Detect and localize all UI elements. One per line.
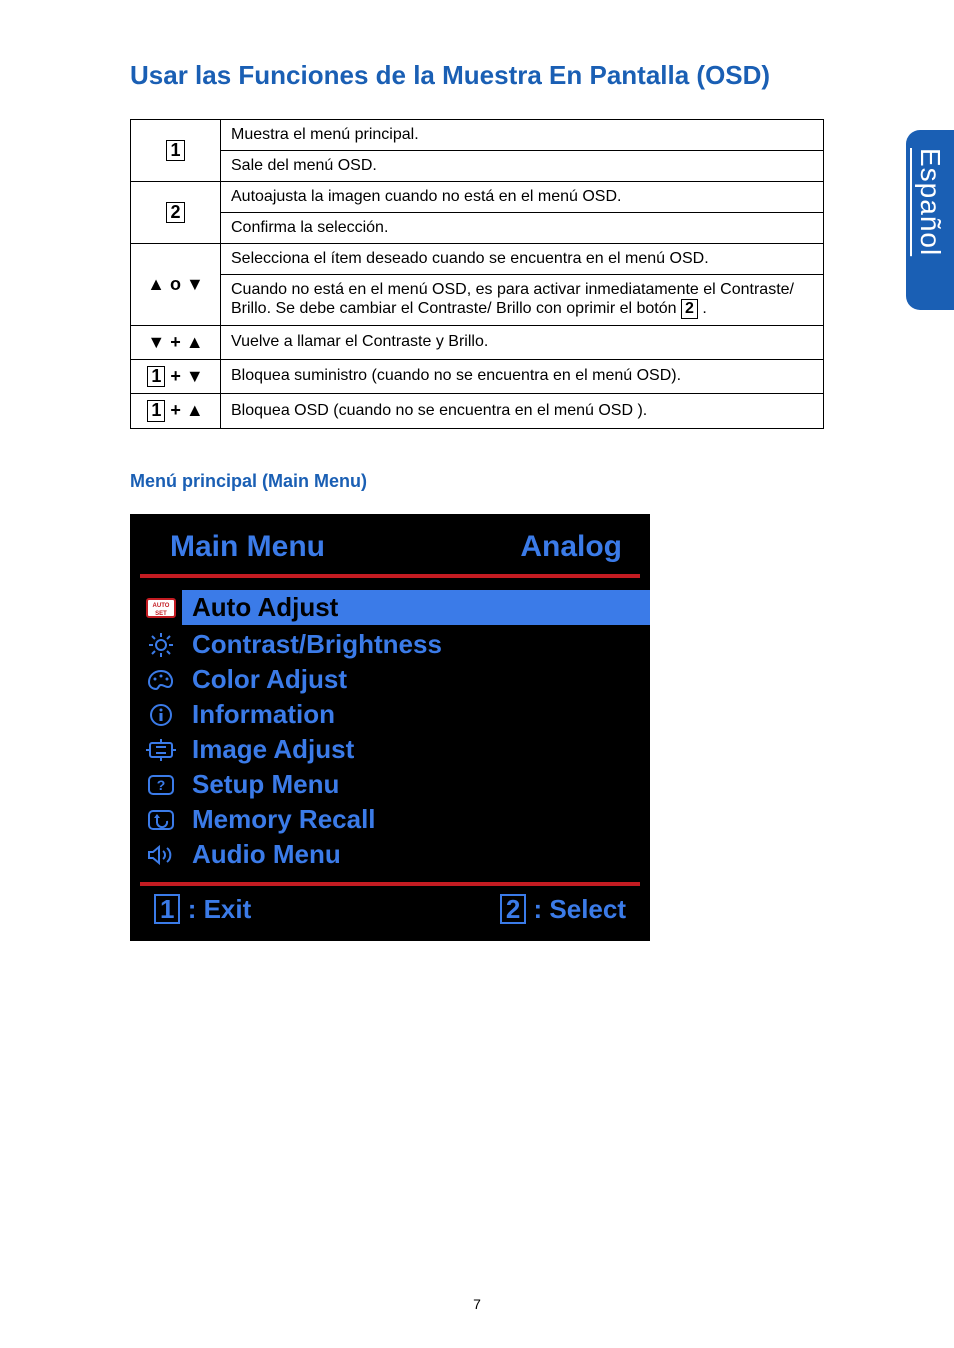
functions-table: 1 Muestra el menú principal. Sale del me… (130, 119, 824, 429)
desc-6: Bloquea OSD (cuando no se encuentra en e… (221, 394, 824, 429)
svg-text:SET: SET (155, 611, 167, 617)
osd-panel: Main Menu Analog AUTO SET Auto Adjust Con… (130, 514, 650, 941)
desc-2a: Autoajusta la imagen cuando no está en e… (221, 182, 824, 213)
auto-set-icon: AUTO SET (144, 595, 178, 621)
desc-4: Vuelve a llamar el Contraste y Brillo. (221, 325, 824, 359)
key-cell-updown: ▲ o ▼ (131, 244, 221, 326)
language-side-tab: Español (906, 130, 954, 310)
osd-list: AUTOSET Auto Adjust Contrast/Brightness … (130, 578, 650, 882)
osd-item-label: Audio Menu (192, 839, 341, 870)
speaker-icon (144, 842, 178, 868)
osd-item-label: Image Adjust (192, 734, 354, 765)
osd-item-memory-recall[interactable]: Memory Recall (130, 802, 650, 837)
desc-3a: Selecciona el ítem deseado cuando se enc… (221, 244, 824, 275)
osd-item-label: Memory Recall (192, 804, 376, 835)
svg-text:?: ? (157, 777, 166, 793)
key-2-box: 2 (166, 202, 184, 224)
key-cell-1: 1 (131, 120, 221, 182)
osd-item-label: Contrast/Brightness (192, 629, 442, 660)
brightness-icon (144, 632, 178, 658)
question-icon: ? (144, 772, 178, 798)
key-cell-both: ▼ + ▲ (131, 325, 221, 359)
osd-item-label: Information (192, 699, 335, 730)
recall-icon (144, 807, 178, 833)
side-tab-label: Español (914, 148, 946, 256)
osd-item-color-adjust[interactable]: Color Adjust (130, 662, 650, 697)
page-title: Usar las Funciones de la Muestra En Pant… (130, 60, 824, 91)
subheading: Menú principal (Main Menu) (130, 471, 824, 492)
key-2-inline: 2 (681, 299, 698, 319)
osd-item-setup-menu[interactable]: ? Setup Menu (130, 767, 650, 802)
palette-icon (144, 667, 178, 693)
osd-item-auto-adjust[interactable]: AUTO SET Auto Adjust (130, 588, 650, 627)
osd-header: Main Menu Analog (130, 524, 650, 574)
desc-2b: Confirma la selección. (221, 213, 824, 244)
osd-item-image-adjust[interactable]: Image Adjust (130, 732, 650, 767)
osd-item-contrast-brightness[interactable]: Contrast/Brightness (130, 627, 650, 662)
osd-title-right: Analog (520, 530, 622, 564)
desc-1a: Muestra el menú principal. (221, 120, 824, 151)
osd-item-label: Color Adjust (192, 664, 347, 695)
desc-3b: Cuando no está en el menú OSD, es para a… (221, 275, 824, 326)
osd-footer: 1 : Exit 2 : Select (130, 886, 650, 929)
image-adjust-icon (144, 737, 178, 763)
osd-exit-hint: 1 : Exit (154, 894, 251, 925)
osd-item-audio-menu[interactable]: Audio Menu (130, 837, 650, 872)
osd-item-label: Setup Menu (192, 769, 339, 800)
key-cell-2: 2 (131, 182, 221, 244)
info-icon (144, 702, 178, 728)
osd-select-hint: 2 : Select (500, 894, 626, 925)
osd-title-left: Main Menu (170, 530, 325, 564)
key-cell-1up: 1 + ▲ (131, 394, 221, 429)
key-cell-1down: 1 + ▼ (131, 359, 221, 394)
svg-text:AUTO: AUTO (153, 603, 170, 609)
page-number: 7 (0, 1296, 954, 1312)
osd-item-label: Auto Adjust (192, 592, 338, 622)
key-1-box: 1 (166, 140, 184, 162)
desc-1b: Sale del menú OSD. (221, 151, 824, 182)
osd-item-information[interactable]: Information (130, 697, 650, 732)
desc-5: Bloquea suministro (cuando no se encuent… (221, 359, 824, 394)
